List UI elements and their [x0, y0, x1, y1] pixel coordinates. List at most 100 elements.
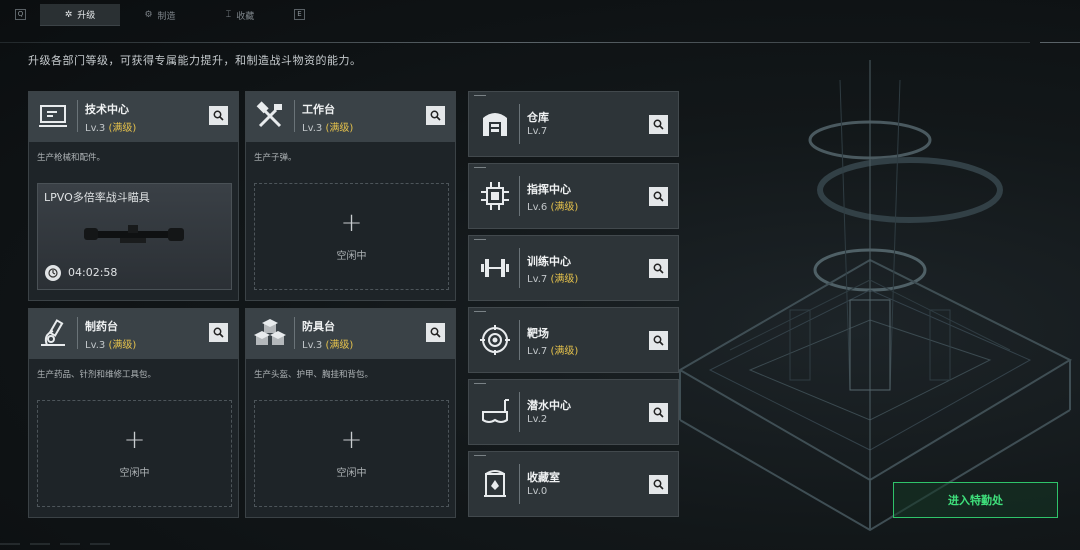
card-divider	[519, 464, 520, 504]
facility-name: 收藏室	[527, 471, 560, 484]
inspect-button[interactable]	[209, 323, 228, 342]
facility-card-diving-center[interactable]: 潜水中心 Lv.2	[468, 379, 679, 445]
facility-card-armor-bench[interactable]: 防具台 Lv.3 (满级) 生产头盔、护甲、胸挂和背包。 + 空闲中	[245, 308, 456, 518]
card-divider	[519, 392, 520, 432]
header-divider	[0, 42, 1030, 43]
search-icon	[653, 335, 664, 346]
inspect-button[interactable]	[649, 115, 668, 134]
facility-name: 靶场	[527, 327, 549, 340]
facility-level: Lv.3 (满级)	[85, 336, 136, 351]
facility-level: Lv.3 (满级)	[302, 119, 353, 134]
card-header: 技术中心 Lv.3 (满级)	[29, 92, 238, 142]
tab-upgrade[interactable]: ✲ 升级	[40, 4, 120, 26]
pharmacy-icon	[41, 319, 65, 346]
facility-level: Lv.6 (满级)	[527, 198, 578, 213]
card-corner-mark	[474, 455, 486, 456]
top-tab-bar: Q ✲ 升级 ⚙ 制造 ⌶ 收藏 E	[0, 0, 1080, 30]
level-value: Lv.2	[527, 414, 548, 425]
facility-name: 防具台	[302, 320, 335, 333]
crafting-slot[interactable]: LPVO多倍率战斗瞄具 04:02:58	[37, 183, 232, 290]
level-value: Lv.0	[527, 486, 548, 497]
crafting-timer: 04:02:58	[68, 266, 118, 279]
facility-description: 生产子弹。	[254, 153, 297, 163]
card-header: 工作台 Lv.3 (满级)	[246, 92, 455, 142]
tab-craft[interactable]: ⚙ 制造	[120, 4, 200, 26]
inspect-button[interactable]	[649, 259, 668, 278]
facility-card-tech-center[interactable]: 技术中心 Lv.3 (满级) 生产枪械和配件。 LPVO多倍率战斗瞄具 04:0…	[28, 91, 239, 301]
tech-center-icon	[39, 105, 67, 127]
search-icon	[653, 119, 664, 130]
search-icon	[213, 327, 224, 338]
timer-icon	[45, 265, 61, 281]
craft-icon: ⚙	[144, 10, 153, 20]
search-icon	[653, 479, 664, 490]
warehouse-icon	[483, 113, 507, 136]
prev-tab-key-hint[interactable]: Q	[15, 9, 26, 20]
tab-label: 升级	[77, 11, 96, 21]
facility-card-collection-room[interactable]: 收藏室 Lv.0	[468, 451, 679, 517]
facility-description: 生产头盔、护甲、胸挂和背包。	[254, 370, 374, 380]
inspect-button[interactable]	[649, 187, 668, 206]
armor-bench-icon	[254, 319, 286, 345]
tab-label: 收藏	[236, 11, 255, 22]
facility-level: Lv.7	[527, 126, 547, 137]
empty-production-slot[interactable]: + 空闲中	[254, 183, 449, 290]
tab-label: 制造	[157, 11, 176, 22]
search-icon	[653, 407, 664, 418]
search-icon	[430, 110, 441, 121]
facility-card-command-center[interactable]: 指挥中心 Lv.6 (满级)	[468, 163, 679, 229]
search-icon	[653, 263, 664, 274]
card-corner-mark	[474, 311, 486, 312]
slot-status: 空闲中	[336, 251, 367, 262]
facility-name: 指挥中心	[527, 183, 571, 196]
facility-name: 潜水中心	[527, 399, 571, 412]
card-corner-mark	[474, 167, 486, 168]
facility-card-training-center[interactable]: 训练中心 Lv.7 (满级)	[468, 235, 679, 301]
facility-card-warehouse[interactable]: 仓库 Lv.7	[468, 91, 679, 157]
card-header: 防具台 Lv.3 (满级)	[246, 309, 455, 359]
card-divider	[519, 176, 520, 216]
card-header: 制药台 Lv.3 (满级)	[29, 309, 238, 359]
enter-special-ops-button[interactable]: 进入特勤处	[893, 482, 1058, 518]
facility-name: 仓库	[527, 111, 549, 124]
level-value: Lv.3	[85, 123, 106, 134]
facility-card-pharmacy[interactable]: 制药台 Lv.3 (满级) 生产药品、针剂和维修工具包。 + 空闲中	[28, 308, 239, 518]
level-value: Lv.3	[85, 340, 106, 351]
header-divider-end	[1040, 42, 1080, 43]
slot-status: 空闲中	[119, 468, 150, 479]
card-divider	[519, 248, 520, 288]
inspect-button[interactable]	[649, 403, 668, 422]
facility-level: Lv.3 (满级)	[302, 336, 353, 351]
next-tab-key-hint[interactable]: E	[294, 9, 305, 20]
header-divider	[77, 317, 78, 349]
level-value: Lv.7	[527, 126, 548, 137]
diving-center-icon	[482, 399, 509, 423]
facility-name: 工作台	[302, 103, 335, 116]
max-level-badge: (满级)	[108, 340, 137, 351]
card-corner-mark	[474, 239, 486, 240]
facility-card-shooting-range[interactable]: 靶场 Lv.7 (满级)	[468, 307, 679, 373]
empty-production-slot[interactable]: + 空闲中	[37, 400, 232, 507]
facility-name: 制药台	[85, 320, 118, 333]
inspect-button[interactable]	[649, 475, 668, 494]
level-value: Lv.3	[302, 340, 323, 351]
inspect-button[interactable]	[426, 323, 445, 342]
plus-icon: +	[340, 208, 363, 238]
search-icon	[213, 110, 224, 121]
level-value: Lv.6	[527, 202, 548, 213]
page-description: 升级各部门等级，可获得专属能力提升，和制造战斗物资的能力。	[28, 54, 362, 67]
tab-collection[interactable]: ⌶ 收藏	[200, 4, 280, 26]
inspect-button[interactable]	[426, 106, 445, 125]
inspect-button[interactable]	[209, 106, 228, 125]
card-divider	[519, 104, 520, 144]
max-level-badge: (满级)	[325, 123, 354, 134]
crafting-item-name: LPVO多倍率战斗瞄具	[44, 191, 150, 204]
bottom-decoration	[0, 543, 110, 545]
empty-production-slot[interactable]: + 空闲中	[254, 400, 449, 507]
max-level-badge: (满级)	[108, 123, 137, 134]
card-divider	[519, 320, 520, 360]
max-level-badge: (满级)	[550, 202, 579, 213]
inspect-button[interactable]	[649, 331, 668, 350]
facility-card-workbench[interactable]: 工作台 Lv.3 (满级) 生产子弹。 + 空闲中	[245, 91, 456, 301]
facility-level: Lv.0	[527, 486, 547, 497]
